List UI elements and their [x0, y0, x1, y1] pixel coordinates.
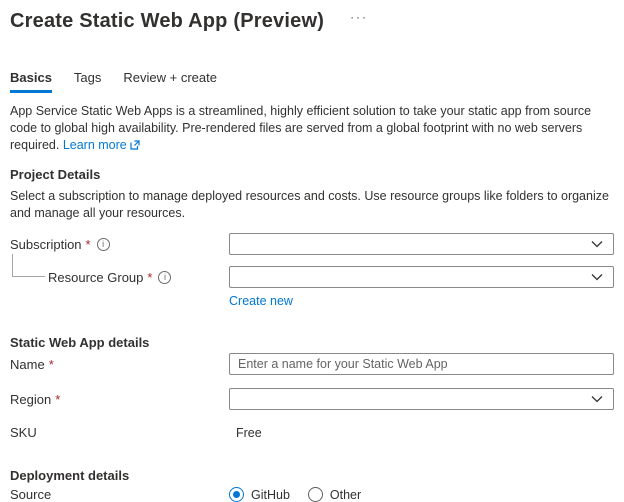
resource-group-label-text: Resource Group	[48, 269, 144, 285]
project-details-heading: Project Details	[10, 167, 101, 182]
more-options-icon[interactable]: ···	[350, 10, 368, 24]
project-details-description: Select a subscription to manage deployed…	[10, 189, 609, 220]
subscription-label-text: Subscription	[10, 236, 82, 252]
indent-connector	[12, 254, 45, 277]
source-label-text: Source	[10, 487, 52, 502]
sku-value: Free	[236, 425, 262, 440]
radio-other-label: Other	[329, 487, 362, 502]
page-title: Create Static Web App (Preview)	[10, 10, 325, 32]
source-row: Source GitHub Other	[10, 487, 614, 502]
chevron-down-icon	[591, 390, 603, 408]
external-link-icon	[130, 138, 140, 155]
info-icon[interactable]: i	[158, 270, 172, 284]
required-asterisk: *	[147, 269, 153, 285]
create-new-row: Create new	[229, 292, 614, 310]
sku-label: SKU	[10, 425, 229, 440]
intro-text: App Service Static Web Apps is a streaml…	[10, 103, 614, 155]
learn-more-label: Learn more	[62, 138, 127, 152]
radio-dot	[233, 491, 240, 498]
name-label: Name *	[10, 357, 229, 372]
chevron-down-icon	[591, 235, 603, 253]
title-row: Create Static Web App (Preview) ···	[10, 8, 614, 34]
region-dropdown[interactable]	[229, 388, 614, 410]
required-asterisk: *	[85, 236, 91, 252]
subscription-row: Subscription * i	[10, 233, 614, 255]
radio-github[interactable]: GitHub	[229, 487, 290, 502]
tab-basics[interactable]: Basics	[10, 70, 52, 93]
name-label-text: Name	[10, 356, 45, 372]
subscription-dropdown[interactable]	[229, 233, 614, 255]
static-web-app-details-heading: Static Web App details	[10, 335, 150, 350]
radio-other[interactable]: Other	[307, 487, 362, 502]
chevron-down-icon	[591, 268, 603, 286]
sku-row: SKU Free	[10, 425, 614, 440]
source-radio-group: GitHub Other	[229, 487, 361, 502]
name-row: Name *	[10, 353, 614, 375]
info-icon[interactable]: i	[96, 237, 110, 251]
source-label: Source	[10, 487, 229, 502]
learn-more-link[interactable]: Learn more	[63, 138, 140, 152]
radio-circle	[229, 487, 244, 502]
region-label-text: Region	[10, 391, 52, 407]
required-asterisk: *	[48, 356, 54, 372]
region-row: Region *	[10, 388, 614, 410]
resource-group-row: Resource Group * i	[10, 254, 614, 288]
create-new-link[interactable]: Create new	[229, 294, 293, 308]
create-static-web-app-page: Create Static Web App (Preview) ··· Basi…	[0, 0, 624, 502]
deployment-details-heading: Deployment details	[10, 468, 130, 483]
radio-circle	[307, 487, 323, 502]
resource-group-dropdown[interactable]	[229, 266, 614, 288]
sku-label-text: SKU	[10, 425, 37, 440]
tab-tags[interactable]: Tags	[74, 70, 101, 93]
tab-bar: Basics Tags Review + create	[10, 70, 614, 93]
subscription-label: Subscription * i	[10, 237, 229, 252]
radio-github-label: GitHub	[251, 487, 290, 502]
required-asterisk: *	[55, 391, 61, 407]
region-label: Region *	[10, 392, 229, 407]
tab-review-create[interactable]: Review + create	[123, 70, 217, 93]
name-input[interactable]	[229, 353, 614, 375]
